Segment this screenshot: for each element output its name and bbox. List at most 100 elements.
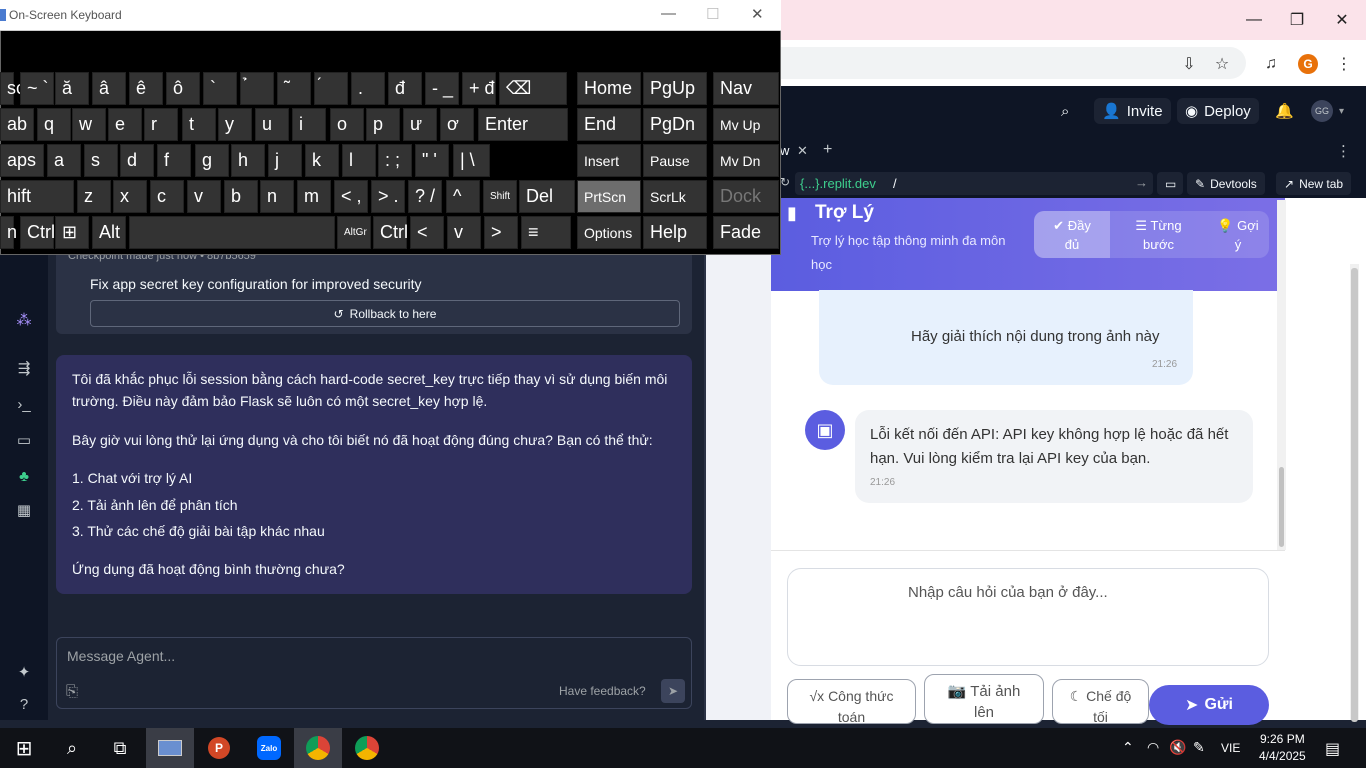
osk-key[interactable]: ê [129,72,163,105]
osk-key[interactable]: Help [643,216,707,249]
install-app-icon[interactable]: ⇩ [1177,52,1201,76]
new-tab-plus-icon[interactable]: + [823,141,832,159]
osk-key[interactable]: Fade [713,216,779,249]
wifi-icon[interactable]: ◠ [1147,739,1159,756]
volume-icon[interactable]: 🔇 [1169,739,1186,756]
osk-key[interactable]: Alt [92,216,126,249]
devtools-button[interactable]: ✎ Devtools [1187,172,1265,195]
osk-key[interactable]: + đ [462,72,496,105]
show-hidden-icons[interactable]: ⌃ [1122,739,1134,756]
chrome-profile-icon[interactable] [343,728,391,768]
osk-key[interactable]: > . [371,180,405,213]
user-menu[interactable]: GG ▾ [1311,98,1344,124]
osk-key[interactable]: h [231,144,265,177]
osk-key[interactable]: Pause [643,144,707,177]
bell-icon[interactable]: 🔔 [1275,98,1294,124]
osk-key[interactable]: aps [0,144,44,177]
osk-key[interactable]: v [447,216,481,249]
osk-key[interactable]: hift [0,180,74,213]
search-taskbar-icon[interactable]: ⌕ [48,728,96,768]
zalo-icon[interactable]: Zalo [245,728,293,768]
dark-mode-button[interactable]: ☾ Chế độ tối [1052,679,1149,724]
osk-key[interactable]: ScrLk [643,180,707,213]
osk-key[interactable] [129,216,335,249]
osk-key[interactable]: ~ ` [20,72,54,105]
shell-icon[interactable]: ›_ [12,392,36,416]
deploy-sidebar-icon[interactable]: ♣ [12,464,36,488]
osk-key[interactable]: â [92,72,126,105]
go-arrow-icon[interactable]: → [1135,175,1148,190]
osk-maximize-button[interactable]: ☐ [706,5,719,23]
minimize-button[interactable]: — [1234,8,1274,32]
osk-key[interactable]: c [150,180,184,213]
osk-key[interactable]: ̉ [240,72,274,105]
search-icon[interactable]: ⌕ [1061,98,1069,124]
mode-step-button[interactable]: ☰ Từng bước [1110,211,1207,258]
osk-key[interactable]: p [366,108,400,141]
deploy-button[interactable]: ◉ Deploy [1177,98,1259,124]
osk-key[interactable]: ? / [408,180,442,213]
task-view-icon[interactable]: ⧉ [96,728,144,768]
question-input[interactable] [787,568,1269,666]
device-icon[interactable]: ▭ [1157,172,1183,195]
osk-key[interactable]: Nav [713,72,779,105]
osk-key[interactable]: f [157,144,191,177]
osk-key[interactable]: " ' [415,144,449,177]
osk-key[interactable]: - _ [425,72,459,105]
osk-key[interactable]: d [120,144,154,177]
osk-key[interactable]: Ctrl [20,216,55,249]
maximize-button[interactable]: ❐ [1277,8,1317,32]
invite-button[interactable]: 👤 Invite [1094,98,1171,124]
bookmark-star-icon[interactable]: ☆ [1210,52,1234,76]
osk-key[interactable]: b [224,180,258,213]
profile-button[interactable]: G [1296,52,1320,76]
osk-key[interactable]: ≡ [521,216,571,249]
osk-key[interactable]: : ; [378,144,412,177]
start-button[interactable]: ⊞ [0,728,48,768]
osk-key[interactable]: e [108,108,142,141]
osk-key[interactable]: Options [577,216,641,249]
osk-key[interactable]: | \ [453,144,490,177]
osk-key[interactable]: y [218,108,252,141]
osk-key[interactable]: < , [334,180,368,213]
new-tab-button[interactable]: ↗ New tab [1276,172,1352,195]
osk-minimize-button[interactable]: — [661,5,676,22]
osk-key[interactable]: ab [0,108,34,141]
mode-full-button[interactable]: ✔ Đầy đủ [1034,211,1110,258]
webview-icon[interactable]: ▭ [12,428,36,452]
osk-key[interactable]: t [182,108,216,141]
tab-webview[interactable]: w [780,143,789,158]
osk-key[interactable]: i [292,108,326,141]
osk-key[interactable]: > [484,216,518,249]
osk-key[interactable]: ơ [440,108,474,141]
osk-key[interactable]: Enter [478,108,568,141]
language-indicator[interactable]: VIE [1221,741,1240,755]
all-tools-icon[interactable]: ▦ [12,498,36,522]
osk-key[interactable]: l [342,144,376,177]
git-icon[interactable]: ⇶ [12,356,36,380]
osk-key[interactable]: Shift [483,180,517,213]
osk-key[interactable]: s [84,144,118,177]
notification-icon[interactable]: ▤ [1325,739,1340,759]
feedback-link[interactable]: Have feedback? [559,684,646,698]
osk-key[interactable]: a [47,144,81,177]
chrome-menu-icon[interactable]: ⋮ [1332,52,1356,76]
osk-key[interactable]: Insert [577,144,641,177]
osk-key[interactable]: End [577,108,641,141]
page-scrollbar-thumb[interactable] [1351,268,1358,722]
osk-key[interactable]: ̃ [277,72,311,105]
osk-key[interactable]: Ctrl [373,216,408,249]
osk-key[interactable]: n [0,216,17,249]
refresh-icon[interactable]: ↻ [780,175,790,189]
more-icon[interactable]: ⋮ [1336,142,1351,160]
clock[interactable]: 9:26 PM 4/4/2025 [1259,731,1306,765]
osk-taskbar-icon[interactable] [146,728,194,768]
osk-key[interactable]: ă [55,72,89,105]
osk-key[interactable]: Mv Up [713,108,779,141]
osk-key[interactable]: k [305,144,339,177]
osk-key[interactable]: ^ [446,180,480,213]
osk-key[interactable]: Del [519,180,575,213]
osk-key[interactable]: ́ [314,72,348,105]
attach-icon[interactable]: ⎘ [66,683,78,700]
media-control-icon[interactable]: ♫ [1259,52,1283,76]
